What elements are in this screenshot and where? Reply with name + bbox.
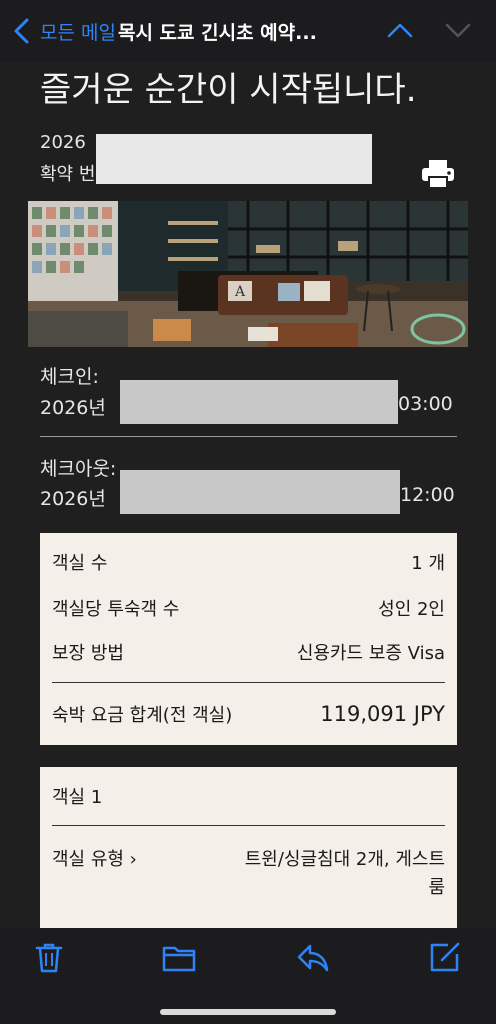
total-label: 숙박 요금 합계(전 객실) [52, 705, 233, 726]
checkin-year: 2026년 [40, 397, 106, 419]
guests-value: 성인 2인 [378, 599, 445, 620]
checkout-time: 12:00 [400, 484, 455, 506]
guests-row: 객실당 투숙객 수 성인 2인 [52, 595, 445, 621]
rooms-row: 객실 수 1 개 [52, 549, 445, 575]
room-title-row: 객실 1 [52, 783, 445, 809]
divider [40, 436, 457, 437]
checkout-label: 체크아웃: [40, 458, 117, 480]
nav-bar: 모든 메일 목시 도쿄 긴시초 예약... [0, 0, 496, 62]
email-subject: 목시 도쿄 긴시초 예약... [117, 21, 317, 44]
stay-dates: 2026 [40, 132, 86, 153]
folder-icon[interactable] [162, 940, 196, 974]
home-indicator[interactable] [160, 1009, 336, 1015]
total-row: 숙박 요금 합계(전 객실) 119,091 JPY [52, 701, 445, 727]
rooms-label: 객실 수 [52, 553, 108, 574]
redacted-checkin-date [120, 380, 398, 424]
room-type-row[interactable]: 객실 유형 › 트윈/싱글침대 2개, 게스트 [52, 845, 445, 871]
guarantee-value: 신용카드 보증 Visa [296, 643, 445, 664]
email-body[interactable]: 즐거운 순간이 시작됩니다. 2026 확약 번 A 체크인: 2026년 03… [0, 62, 496, 928]
checkout-year: 2026년 [40, 488, 106, 510]
print-icon[interactable] [420, 158, 456, 190]
guarantee-label: 보장 방법 [52, 643, 124, 664]
chevron-down-icon[interactable] [444, 16, 472, 44]
guests-label: 객실당 투숙객 수 [52, 599, 180, 620]
card-divider [52, 682, 445, 683]
card-divider [52, 825, 445, 826]
hotel-photo: A [28, 201, 468, 347]
room-title: 객실 1 [52, 787, 103, 808]
room-1-card: 객실 1 객실 유형 › 트윈/싱글침대 2개, 게스트 룸 [40, 767, 457, 928]
chevron-left-icon [14, 18, 29, 44]
reply-icon[interactable] [296, 940, 330, 974]
checkin-time: 03:00 [398, 393, 453, 415]
compose-icon[interactable] [428, 940, 462, 974]
rooms-value: 1 개 [411, 553, 445, 574]
total-value: 119,091 JPY [320, 702, 445, 726]
guarantee-row: 보장 방법 신용카드 보증 Visa [52, 639, 445, 665]
redacted-block [96, 134, 372, 184]
room-type-label[interactable]: 객실 유형 › [52, 845, 137, 871]
reservation-summary-card: 객실 수 1 개 객실당 투숙객 수 성인 2인 보장 방법 신용카드 보증 V… [40, 533, 457, 745]
confirmation-number: 확약 번 [40, 164, 96, 185]
headline: 즐거운 순간이 시작됩니다. [40, 70, 417, 110]
chevron-up-icon[interactable] [386, 16, 414, 44]
room-type-value-cont: 룸 [428, 877, 445, 898]
room-type-row-cont: 룸 [52, 873, 445, 899]
room-type-value: 트윈/싱글침대 2개, 게스트 [244, 849, 445, 870]
trash-icon[interactable] [32, 940, 66, 974]
checkin-label: 체크인: [40, 366, 99, 388]
back-button[interactable]: 모든 메일 [0, 18, 116, 45]
back-label: 모든 메일 [40, 21, 116, 44]
svg-text:A: A [234, 284, 246, 300]
redacted-checkout-date [120, 470, 400, 514]
